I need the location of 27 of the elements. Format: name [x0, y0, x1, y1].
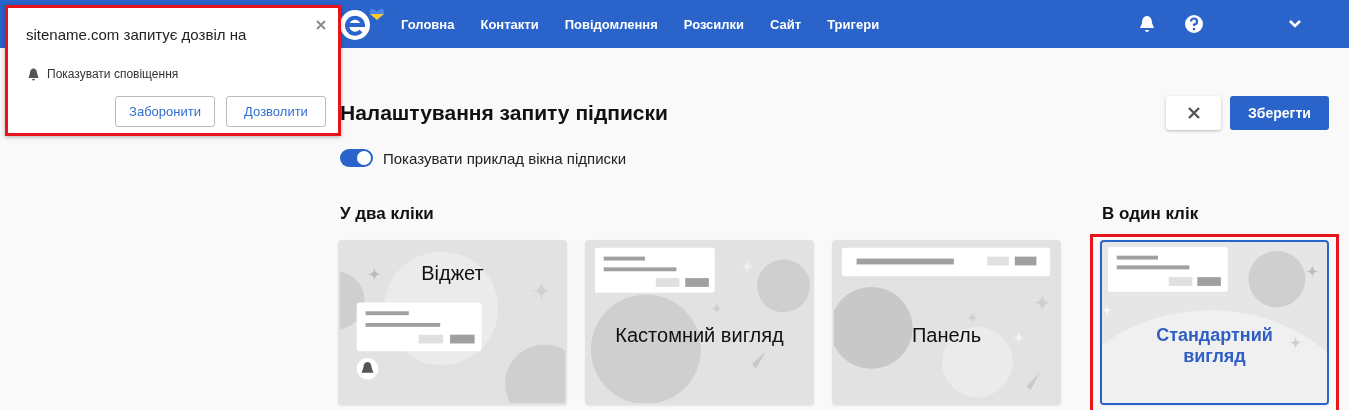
popup-message: sitename.com запитує дозвіл на: [26, 26, 247, 43]
popup-button[interactable]: Заборонити: [115, 96, 215, 127]
popup-button[interactable]: Дозволити: [226, 96, 326, 127]
close-icon: [1187, 107, 1200, 119]
nav-link[interactable]: Повідомлення: [564, 16, 658, 32]
bell-icon: [28, 67, 39, 81]
close-icon[interactable]: [316, 20, 326, 30]
toggle-switch[interactable]: [340, 149, 373, 167]
section-heading: У два кліки: [340, 204, 435, 224]
nav-link[interactable]: Сайт: [770, 16, 802, 32]
chevron-down-icon[interactable]: [1288, 19, 1302, 29]
layout-option-card[interactable]: Кастомний вигляд: [585, 240, 814, 405]
close-button[interactable]: [1166, 96, 1221, 130]
nav-link[interactable]: Розсилки: [683, 16, 745, 32]
section-heading: В один клік: [1102, 204, 1200, 224]
nav-link[interactable]: Тригери: [827, 16, 880, 32]
toggle-label: Показувати приклад вікна підписки: [383, 149, 627, 167]
save-button[interactable]: Зберегти: [1230, 96, 1329, 130]
bell-icon[interactable]: [1138, 15, 1156, 33]
nav-link[interactable]: Головна: [401, 16, 455, 32]
nav-link[interactable]: Контакти: [480, 16, 539, 32]
help-icon[interactable]: [1184, 14, 1204, 34]
page-title: Налаштування запиту підписки: [340, 101, 669, 125]
layout-option-card[interactable]: Стандартний вигляд: [1100, 240, 1329, 405]
layout-option-card[interactable]: Віджет: [338, 240, 567, 405]
permission-label: Показувати сповіщення: [47, 67, 179, 81]
layout-option-card[interactable]: Панель: [832, 240, 1061, 405]
